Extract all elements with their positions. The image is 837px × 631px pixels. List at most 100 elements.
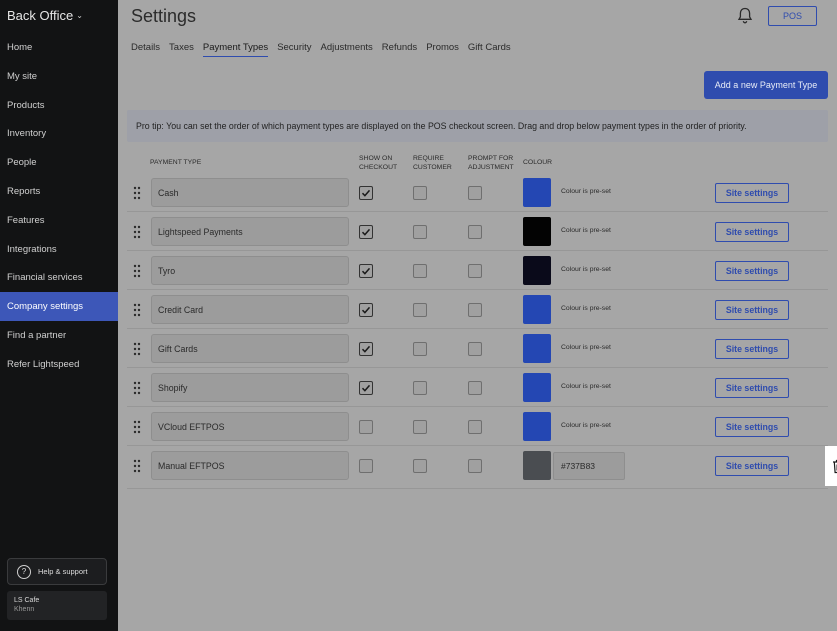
payment-type-name-input[interactable]: Cash — [151, 178, 349, 207]
colour-swatch[interactable] — [523, 178, 551, 207]
show-on-checkout-checkbox[interactable] — [359, 420, 373, 434]
require-customer-checkbox[interactable] — [413, 264, 427, 278]
payment-type-name-input[interactable]: VCloud EFTPOS — [151, 412, 349, 441]
sidebar-item-refer-lightspeed[interactable]: Refer Lightspeed — [0, 350, 118, 379]
show-on-checkout-checkbox[interactable] — [359, 342, 373, 356]
colour-preset-note: Colour is pre-set — [561, 188, 611, 195]
site-settings-button[interactable]: Site settings — [715, 183, 789, 203]
tab-taxes[interactable]: Taxes — [169, 42, 194, 57]
tab-security[interactable]: Security — [277, 42, 311, 57]
colour-swatch[interactable] — [523, 451, 551, 480]
drag-handle-icon[interactable] — [133, 459, 141, 473]
brand-menu[interactable]: Back Office ⌄ — [7, 8, 83, 23]
site-settings-button[interactable]: Site settings — [715, 261, 789, 281]
require-customer-checkbox[interactable] — [413, 420, 427, 434]
require-customer-checkbox[interactable] — [413, 186, 427, 200]
account-name: LS Cafe — [14, 597, 40, 604]
table-row: Credit Card Colour is pre-set Site setting… — [127, 291, 828, 329]
sidebar-item-financial-services[interactable]: Financial services — [0, 263, 118, 292]
help-label: Help & support — [38, 567, 88, 576]
delete-button[interactable] — [825, 446, 837, 486]
pro-tip-banner: Pro tip: You can set the order of which … — [127, 110, 828, 142]
colour-swatch[interactable] — [523, 334, 551, 363]
require-customer-checkbox[interactable] — [413, 381, 427, 395]
sidebar-item-products[interactable]: Products — [0, 91, 118, 120]
drag-handle-icon[interactable] — [133, 264, 141, 278]
site-settings-button[interactable]: Site settings — [715, 300, 789, 320]
colour-swatch[interactable] — [523, 217, 551, 246]
payment-type-name-input[interactable]: Manual EFTPOS — [151, 451, 349, 480]
account-switcher[interactable]: LS Cafe Khenn — [7, 591, 107, 620]
tab-gift-cards[interactable]: Gift Cards — [468, 42, 511, 57]
colour-swatch[interactable] — [523, 373, 551, 402]
colour-swatch[interactable] — [523, 295, 551, 324]
add-payment-type-button[interactable]: Add a new Payment Type — [704, 71, 828, 99]
prompt-adjustment-checkbox[interactable] — [468, 186, 482, 200]
tab-adjustments[interactable]: Adjustments — [321, 42, 373, 57]
site-settings-button[interactable]: Site settings — [715, 339, 789, 359]
sidebar-item-features[interactable]: Features — [0, 206, 118, 235]
bell-icon[interactable] — [737, 7, 753, 25]
tab-details[interactable]: Details — [131, 42, 160, 57]
prompt-adjustment-checkbox[interactable] — [468, 303, 482, 317]
pos-button[interactable]: POS — [768, 6, 817, 26]
sidebar-item-my-site[interactable]: My site — [0, 62, 118, 91]
payment-type-name-input[interactable]: Tyro — [151, 256, 349, 285]
payment-type-name-input[interactable]: Shopify — [151, 373, 349, 402]
table-row: Tyro Colour is pre-set Site settings — [127, 252, 828, 290]
drag-handle-icon[interactable] — [133, 303, 141, 317]
prompt-adjustment-checkbox[interactable] — [468, 342, 482, 356]
site-settings-button[interactable]: Site settings — [715, 417, 789, 437]
header-colour: COLOUR — [523, 159, 553, 166]
payment-type-name-input[interactable]: Gift Cards — [151, 334, 349, 363]
tab-refunds[interactable]: Refunds — [382, 42, 417, 57]
header-prompt-line1: PROMPT FOR — [468, 155, 514, 162]
sidebar-item-find-a-partner[interactable]: Find a partner — [0, 321, 118, 350]
show-on-checkout-checkbox[interactable] — [359, 225, 373, 239]
drag-handle-icon[interactable] — [133, 342, 141, 356]
drag-handle-icon[interactable] — [133, 381, 141, 395]
main-content: Settings POS Details Taxes Payment Types Se… — [118, 0, 837, 631]
colour-swatch[interactable] — [523, 256, 551, 285]
site-settings-button[interactable]: Site settings — [715, 378, 789, 398]
table-row: VCloud EFTPOS Colour is pre-set Site setti… — [127, 408, 828, 446]
require-customer-checkbox[interactable] — [413, 342, 427, 356]
colour-preset-note: Colour is pre-set — [561, 227, 611, 234]
trash-icon — [832, 459, 837, 473]
sidebar-item-home[interactable]: Home — [0, 33, 118, 62]
show-on-checkout-checkbox[interactable] — [359, 264, 373, 278]
show-on-checkout-checkbox[interactable] — [359, 381, 373, 395]
prompt-adjustment-checkbox[interactable] — [468, 420, 482, 434]
show-on-checkout-checkbox[interactable] — [359, 303, 373, 317]
prompt-adjustment-checkbox[interactable] — [468, 459, 482, 473]
help-support-button[interactable]: ? Help & support — [7, 558, 107, 585]
require-customer-checkbox[interactable] — [413, 225, 427, 239]
tab-promos[interactable]: Promos — [426, 42, 459, 57]
prompt-adjustment-checkbox[interactable] — [468, 381, 482, 395]
drag-handle-icon[interactable] — [133, 186, 141, 200]
sidebar-item-inventory[interactable]: Inventory — [0, 119, 118, 148]
show-on-checkout-checkbox[interactable] — [359, 459, 373, 473]
site-settings-button[interactable]: Site settings — [715, 456, 789, 476]
prompt-adjustment-checkbox[interactable] — [468, 225, 482, 239]
site-settings-button[interactable]: Site settings — [715, 222, 789, 242]
colour-preset-note: Colour is pre-set — [561, 305, 611, 312]
tab-payment-types[interactable]: Payment Types — [202, 42, 269, 57]
sidebar-item-people[interactable]: People — [0, 148, 118, 177]
payment-type-name-input[interactable]: Lightspeed Payments — [151, 217, 349, 246]
require-customer-checkbox[interactable] — [413, 459, 427, 473]
colour-swatch[interactable] — [523, 412, 551, 441]
drag-handle-icon[interactable] — [133, 420, 141, 434]
header-prompt-adjustment: PROMPT FOR ADJUSTMENT — [468, 154, 514, 172]
show-on-checkout-checkbox[interactable] — [359, 186, 373, 200]
payment-type-name-input[interactable]: Credit Card — [151, 295, 349, 324]
header-show-on-checkout: SHOW ON CHECKOUT — [359, 154, 397, 172]
drag-handle-icon[interactable] — [133, 225, 141, 239]
colour-preset-note: Colour is pre-set — [561, 383, 611, 390]
sidebar-item-integrations[interactable]: Integrations — [0, 235, 118, 264]
require-customer-checkbox[interactable] — [413, 303, 427, 317]
colour-hex-input[interactable]: #737B83 — [553, 452, 625, 480]
prompt-adjustment-checkbox[interactable] — [468, 264, 482, 278]
sidebar-item-company-settings[interactable]: Company settings — [0, 292, 118, 321]
sidebar-item-reports[interactable]: Reports — [0, 177, 118, 206]
